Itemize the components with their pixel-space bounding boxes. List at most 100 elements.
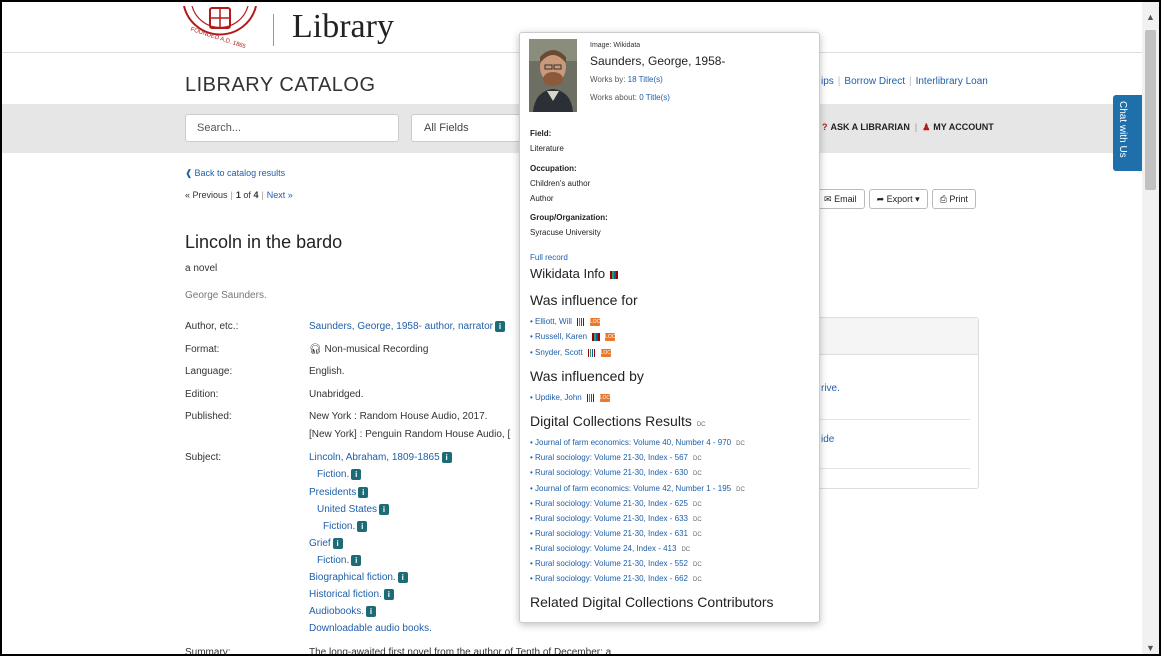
dc-result-item: • Rural sociology: Volume 21-30, Index -… (530, 574, 702, 583)
info-icon[interactable]: i (351, 555, 362, 566)
influence-link[interactable]: • Elliott, Will (530, 317, 572, 326)
influenced-by-link[interactable]: • Updike, John (530, 393, 582, 402)
works-by-link[interactable]: 18 Title(s) (628, 75, 663, 84)
subject-link[interactable]: Biographical fiction. (309, 572, 396, 583)
envelope-icon: ✉ (824, 194, 832, 204)
full-record-link[interactable]: Full record (530, 253, 568, 262)
scroll-down-icon[interactable]: ▼ (1145, 643, 1156, 653)
edition-label: Edition: (185, 389, 219, 400)
subject-link[interactable]: Audiobooks. (309, 606, 364, 617)
utility-links: ? ASK A LIBRARIAN | ♟ MY ACCOUNT (822, 122, 994, 132)
works-about-link[interactable]: 0 Title(s) (639, 93, 670, 102)
subject-link[interactable]: Lincoln, Abraham, 1809-1865 (309, 452, 440, 463)
field-label: Field: (530, 129, 552, 138)
influence-link[interactable]: • Russell, Karen (530, 332, 587, 341)
top-link-partial[interactable]: ips (821, 76, 834, 87)
dc-result-link[interactable]: • Rural sociology: Volume 21-30, Index -… (530, 529, 688, 538)
dc-result-link[interactable]: • Rural sociology: Volume 21-30, Index -… (530, 453, 688, 462)
dc-tag: DC (736, 487, 745, 493)
wikidata-info-heading: Wikidata Info (530, 266, 620, 281)
dc-tag: DC (681, 547, 691, 553)
subject-link[interactable]: Fiction. (323, 521, 355, 532)
author-link[interactable]: Saunders, George, 1958- author, narrator (309, 321, 493, 332)
catalog-title[interactable]: LIBRARY CATALOG (185, 74, 376, 97)
dc-result-link[interactable]: • Journal of farm economics: Volume 42, … (530, 484, 731, 493)
influenced-by-item: • Updike, John LOC (530, 393, 610, 402)
dc-result-item: • Rural sociology: Volume 21-30, Index -… (530, 453, 702, 462)
subject-link[interactable]: Fiction. (317, 469, 349, 480)
library-title[interactable]: Library (292, 8, 394, 46)
dc-result-link[interactable]: • Rural sociology: Volume 21-30, Index -… (530, 574, 688, 583)
info-icon[interactable]: i (358, 487, 369, 498)
holdings-link[interactable]: rive. (821, 383, 840, 394)
search-field-select[interactable]: All Fields (411, 114, 521, 142)
subject-link[interactable]: United States (317, 504, 377, 515)
scrollbar-thumb[interactable] (1145, 30, 1156, 190)
loc-icon[interactable]: LOC (600, 348, 611, 357)
format-value: 🎧︎ Non-musical Recording (309, 344, 428, 355)
wikidata-icon[interactable] (592, 332, 602, 341)
loc-icon[interactable]: LOC (599, 393, 610, 402)
loc-icon[interactable]: LOC (589, 317, 600, 326)
dc-result-item: • Rural sociology: Volume 21-30, Index -… (530, 529, 702, 538)
subject-item: Audiobooks. i (309, 606, 377, 617)
my-account-link[interactable]: MY ACCOUNT (933, 122, 994, 132)
print-icon: ⎙ (939, 194, 947, 204)
ask-a-librarian-link[interactable]: ASK A LIBRARIAN (831, 122, 910, 132)
back-link-text[interactable]: Back to catalog results (195, 168, 286, 178)
author-info-popup: Image: Wikidata Saunders, George, 1958- … (519, 32, 820, 623)
guide-link[interactable]: ide (821, 434, 834, 445)
subject-item: Grief i (309, 538, 343, 549)
info-icon[interactable]: i (397, 572, 408, 583)
info-icon[interactable]: i (383, 589, 394, 600)
wikidata-icon[interactable] (576, 317, 587, 326)
subject-link[interactable]: Fiction. (317, 555, 349, 566)
dc-result-link[interactable]: • Rural sociology: Volume 21-30, Index -… (530, 468, 688, 477)
dc-result-link[interactable]: • Rural sociology: Volume 24, Index - 41… (530, 544, 676, 553)
search-input[interactable]: Search... (185, 114, 399, 142)
chat-with-us-tab[interactable]: Chat with Us (1113, 95, 1142, 171)
dc-result-item: • Rural sociology: Volume 24, Index - 41… (530, 544, 690, 553)
loc-icon[interactable]: LOC (605, 332, 615, 341)
dc-result-item: • Rural sociology: Volume 21-30, Index -… (530, 499, 702, 508)
info-icon[interactable]: i (351, 469, 362, 480)
dc-result-link[interactable]: • Journal of farm economics: Volume 40, … (530, 438, 731, 447)
subject-link[interactable]: Historical fiction. (309, 589, 382, 600)
info-icon[interactable]: i (441, 452, 452, 463)
scroll-up-icon[interactable]: ▲ (1145, 12, 1156, 22)
subject-link[interactable]: Grief (309, 538, 331, 549)
wikidata-info-text: Wikidata Info (530, 266, 606, 281)
info-icon[interactable]: i (379, 504, 390, 515)
subject-item: Fiction. i (323, 521, 368, 532)
info-icon[interactable]: i (366, 606, 377, 617)
next-link[interactable]: Next » (267, 190, 293, 200)
print-label: Print (949, 194, 968, 204)
dc-result-link[interactable]: • Rural sociology: Volume 21-30, Index -… (530, 559, 688, 568)
info-icon[interactable]: i (332, 538, 343, 549)
influence-link[interactable]: • Snyder, Scott (530, 348, 583, 357)
wikidata-icon[interactable] (587, 348, 598, 357)
library-seal-logo[interactable]: FOUNDED A.D. 1865 (182, 6, 258, 50)
works-by: Works by: 18 Title(s) (590, 75, 663, 84)
info-icon[interactable]: i (357, 521, 368, 532)
subject-item: Lincoln, Abraham, 1809-1865 i (309, 452, 452, 463)
published-line-2: [New York] : Penguin Random House Audio,… (309, 429, 511, 440)
wikidata-icon[interactable] (610, 270, 620, 279)
dc-result-link[interactable]: • Rural sociology: Volume 21-30, Index -… (530, 514, 688, 523)
subject-link[interactable]: Presidents (309, 487, 356, 498)
dc-result-link[interactable]: • Rural sociology: Volume 21-30, Index -… (530, 499, 688, 508)
wikidata-icon[interactable] (586, 393, 597, 402)
subject-item: Presidents i (309, 487, 369, 498)
info-icon[interactable]: i (495, 321, 506, 332)
borrow-direct-link[interactable]: Borrow Direct (844, 76, 905, 87)
back-to-results[interactable]: ❰ Back to catalog results (185, 168, 285, 179)
subject-link[interactable]: Downloadable audio books. (309, 623, 432, 634)
dc-tag: DC (693, 456, 702, 462)
interlibrary-loan-link[interactable]: Interlibrary Loan (916, 76, 988, 87)
edition-value: Unabridged. (309, 389, 364, 400)
panel-divider (820, 468, 970, 469)
print-button[interactable]: ⎙ Print (931, 189, 976, 209)
export-button[interactable]: ➦ Export ▾ (868, 189, 928, 209)
email-button[interactable]: ✉ Email (816, 189, 865, 209)
email-label: Email (834, 194, 857, 204)
